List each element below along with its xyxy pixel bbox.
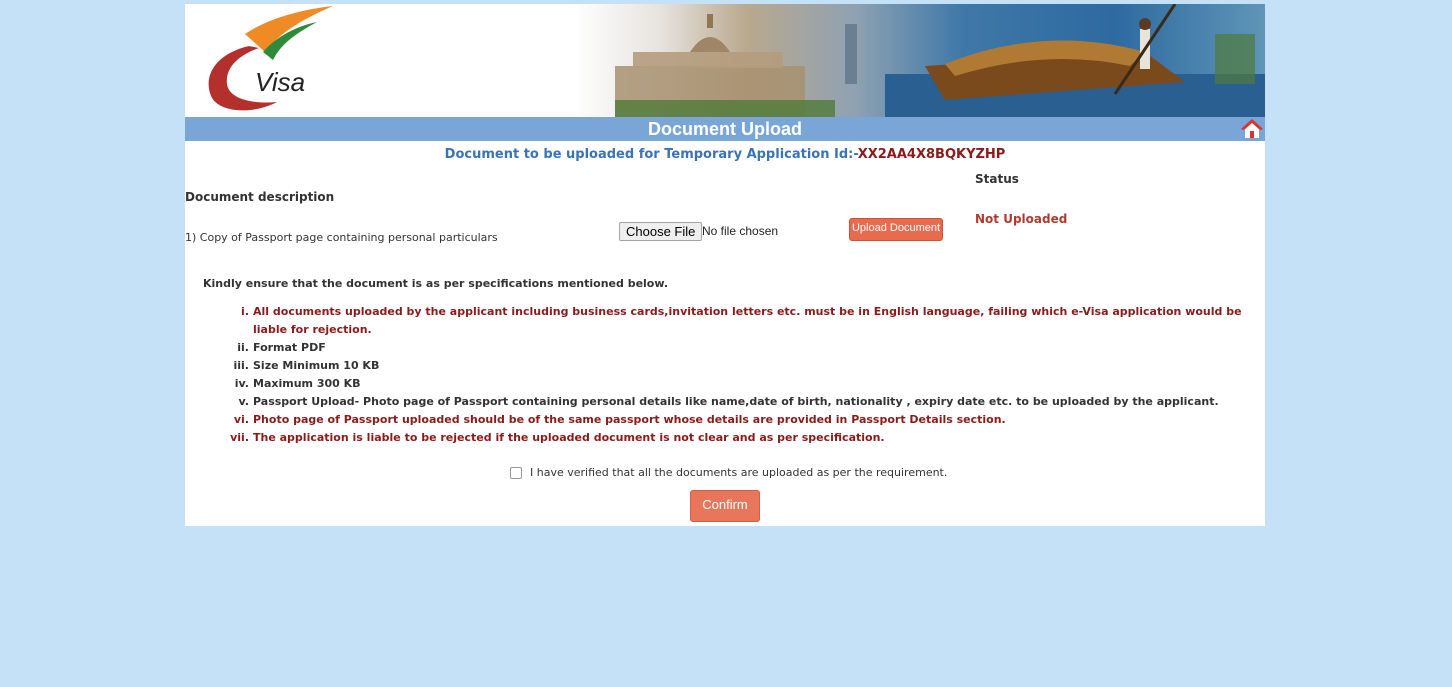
spec-item: i. All documents uploaded by the applican… (215, 303, 1263, 339)
choose-file-button[interactable]: Choose File (619, 222, 703, 241)
upload-document-button[interactable]: Upload Document (849, 218, 943, 241)
spec-text: Passport Upload- Photo page of Passport … (253, 395, 1219, 408)
spec-text: Size Minimum 10 KB (253, 359, 380, 372)
spec-number: iii. (233, 359, 250, 372)
title-bar: Document Upload (185, 117, 1265, 141)
document-row-label: 1) Copy of Passport page containing pers… (185, 231, 498, 244)
specifications-list: i. All documents uploaded by the applican… (215, 303, 1263, 447)
spec-item: ii. Format PDF (215, 339, 1263, 357)
status-header: Status (975, 172, 1019, 186)
spec-text: The application is liable to be rejected… (253, 431, 885, 444)
spec-text: Maximum 300 KB (253, 377, 361, 390)
content-panel: Visa Document Upload Document to be uplo… (185, 4, 1265, 526)
spec-item: v. Passport Upload- Photo page of Passpor… (215, 393, 1263, 411)
banner-illustration: Visa (208, 4, 1265, 117)
spec-text: Photo page of Passport uploaded should b… (253, 413, 1006, 426)
application-id-prefix: Document to be uploaded for Temporary Ap… (444, 147, 858, 162)
spec-number: vi. (233, 413, 249, 426)
spec-text: All documents uploaded by the applicant … (253, 305, 1242, 336)
application-id-value: XX2AA4X8BQKYZHP (857, 147, 1006, 162)
spec-item: iv. Maximum 300 KB (215, 375, 1263, 393)
spec-number: i. (241, 305, 249, 318)
logo-text: Visa (255, 67, 305, 97)
spec-number: v. (238, 395, 249, 408)
verification-row: I have verified that all the documents a… (510, 466, 947, 479)
spec-item: iii. Size Minimum 10 KB (215, 357, 1263, 375)
header-banner: Visa (185, 4, 1265, 117)
verify-label: I have verified that all the documents a… (530, 466, 948, 479)
verify-checkbox[interactable] (510, 466, 522, 479)
spec-number: ii. (237, 341, 249, 354)
confirm-button[interactable]: Confirm (690, 490, 760, 522)
application-id-line: Document to be uploaded for Temporary Ap… (185, 147, 1265, 162)
spec-item: vi. Photo page of Passport uploaded shoul… (215, 411, 1263, 429)
spec-number: iv. (234, 377, 249, 390)
spec-number: vii. (230, 431, 249, 444)
page-title: Document Upload (647, 119, 802, 139)
file-status-text: No file chosen (702, 224, 779, 238)
home-icon[interactable] (1241, 119, 1263, 139)
specifications-intro: Kindly ensure that the document is as pe… (203, 277, 668, 290)
spec-text: Format PDF (253, 341, 326, 354)
document-description-header: Document description (185, 190, 335, 204)
spec-item: vii. The application is liable to be reje… (215, 429, 1263, 447)
upload-status-badge: Not Uploaded (975, 212, 1068, 226)
